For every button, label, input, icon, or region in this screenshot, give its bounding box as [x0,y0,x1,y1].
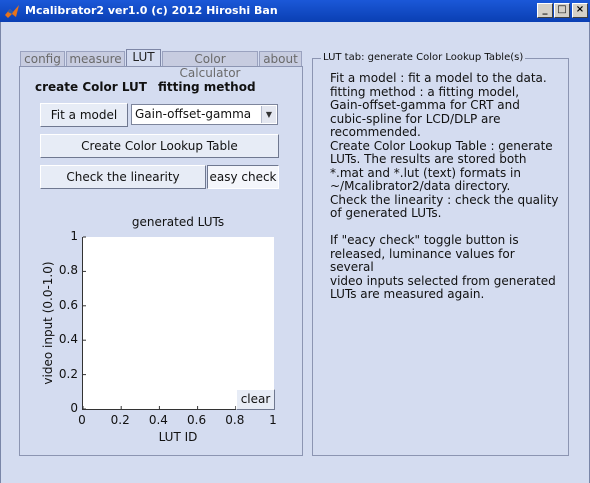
tab-lut[interactable]: LUT [126,49,161,67]
fitting-method-value: Gain-offset-gamma [135,107,252,121]
title-bar: Mcalibrator2 ver1.0 (c) 2012 Hiroshi Ban… [0,0,590,22]
tab-config[interactable]: config [20,51,65,66]
tab-measure[interactable]: measure [66,51,125,66]
maximize-button[interactable]: □ [554,3,570,18]
x-tick-label: 1 [269,413,277,427]
x-tick-label: 0.2 [110,413,130,427]
x-tick-label: 0.8 [225,413,245,427]
y-tick-label: 0 [70,401,78,415]
create-color-lut-label: create Color LUT [35,80,147,94]
chevron-down-icon[interactable]: ▼ [261,106,276,123]
matlab-logo-icon [5,5,19,18]
clear-button[interactable]: clear [236,389,275,410]
x-tick-label: 0 [78,413,86,427]
y-tick-label: 1 [70,229,78,243]
help-group-title: LUT tab: generate Color Lookup Table(s) [321,52,526,63]
create-lut-button[interactable]: Create Color Lookup Table [40,134,279,158]
lut-plot-svg [82,236,275,410]
fitting-method-label: fitting method [158,80,256,94]
lut-plot-area [82,236,275,410]
close-button[interactable]: × [572,3,588,18]
easy-check-toggle[interactable]: easy check [207,165,279,189]
window-title: Mcalibrator2 ver1.0 (c) 2012 Hiroshi Ban [25,4,278,17]
y-axis-label: video input (0.0-1.0) [41,261,55,385]
tab-about[interactable]: about [259,51,302,66]
minimize-button[interactable]: _ [537,3,553,18]
chart-title: generated LUTs [131,215,225,229]
fit-model-button[interactable]: Fit a model [40,103,128,127]
x-axis-label: LUT ID [158,430,198,444]
tab-color-calculator[interactable]: Color Calculator [162,51,258,80]
x-tick-label: 0.4 [148,413,168,427]
help-text: Fit a model : fit a model to the data. f… [330,71,559,301]
check-linearity-button[interactable]: Check the linearity [40,165,206,189]
fitting-method-select[interactable]: Gain-offset-gamma ▼ [131,104,278,125]
x-tick-label: 0.6 [187,413,207,427]
